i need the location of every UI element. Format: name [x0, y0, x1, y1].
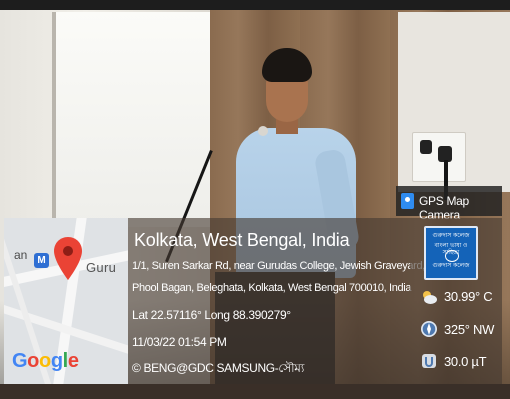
address-line-2: Phool Bagan, Beleghata, Kolkata, West Be… — [132, 282, 412, 294]
projection-screen — [52, 12, 214, 227]
top-dark-band — [0, 0, 510, 10]
bottom-strip — [0, 384, 510, 399]
map-label-left: an — [14, 248, 28, 262]
gps-camera-icon — [401, 193, 414, 209]
photo-credit: © BENG@GDC SAMSUNG-সৌম্য — [132, 361, 305, 375]
address-line-1: 1/1, Suren Sarkar Rd, near Gurudas Colle… — [132, 260, 425, 272]
direction-value: 325° NW — [444, 322, 495, 337]
college-logo-line: গুরুদাস কলেজ — [432, 263, 470, 269]
magnetic-value: 30.0 µT — [444, 354, 487, 369]
screen-edge — [52, 12, 56, 232]
compass-icon — [421, 321, 437, 337]
college-emblem-icon — [445, 250, 459, 262]
metro-icon: M — [34, 253, 49, 268]
metrics-panel: গুরুদাস কলেজ বাংলা ভাষা ও সাহিত্য গুরুদা… — [410, 218, 502, 384]
google-letter: G — [12, 350, 28, 372]
map-label-right: Guru — [86, 260, 117, 275]
google-logo: Google — [12, 350, 79, 373]
map-thumbnail: an M Guru Google — [4, 218, 128, 384]
socket-left — [420, 140, 432, 154]
location-title: Kolkata, West Bengal, India — [134, 230, 350, 250]
location-info-panel: Kolkata, West Bengal, India 1/1, Suren S… — [128, 218, 425, 384]
college-logo-line: গুরুদাস কলেজ — [432, 233, 470, 239]
google-letter: o — [39, 350, 51, 372]
direction-row: 325° NW — [420, 319, 504, 341]
weather-cloud-icon — [423, 291, 437, 304]
temperature-value: 30.99° C — [444, 289, 493, 304]
google-letter: o — [27, 350, 39, 372]
college-logo: গুরুদাস কলেজ বাংলা ভাষা ও সাহিত্য গুরুদা… — [424, 226, 478, 280]
google-letter: g — [50, 350, 63, 372]
microphone — [258, 126, 268, 136]
timestamp: 11/03/22 01:54 PM — [132, 335, 227, 349]
gps-map-camera-badge: GPS Map Camera — [396, 186, 502, 222]
coordinates: Lat 22.57116° Long 88.390279° — [132, 308, 291, 322]
temperature-row: 30.99° C — [420, 286, 504, 308]
magnetic-field-icon — [422, 354, 436, 368]
magnetic-field-row: 30.0 µT — [420, 351, 504, 373]
photo-frame: an M Guru Google GPS Map Camera Kolkata,… — [0, 0, 510, 399]
map-pin-icon — [54, 237, 82, 280]
google-letter: e — [67, 350, 79, 372]
